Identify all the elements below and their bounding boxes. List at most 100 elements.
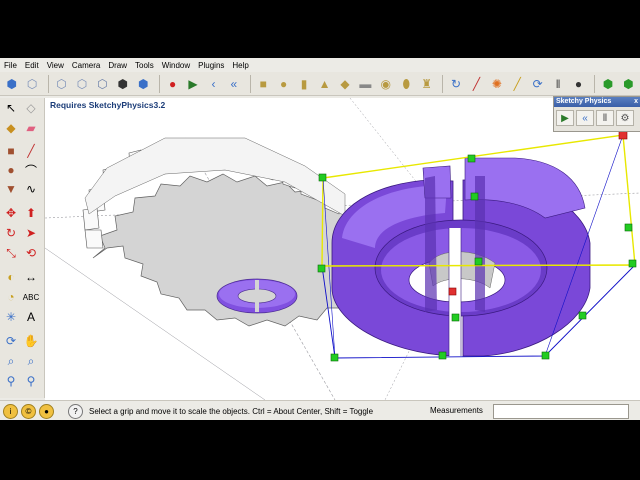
rewind-icon[interactable]: « [225,75,242,93]
shaded-icon[interactable]: ⬢ [114,75,131,93]
scale-grip-active[interactable] [618,130,628,140]
geo-location-icon[interactable]: i [3,403,18,419]
component-icon[interactable]: ⬢ [599,75,616,93]
record-icon[interactable]: ● [164,75,181,93]
motor-icon[interactable]: ⟳ [529,75,546,93]
offset-icon[interactable]: ⟲ [22,244,40,262]
xray-icon[interactable]: ⬡ [53,75,70,93]
box-icon[interactable]: ■ [255,75,272,93]
small-purple-ring[interactable] [216,278,298,314]
scale-icon[interactable]: ⤡ [2,244,20,262]
menu-camera[interactable]: Camera [68,61,104,70]
walk-icon[interactable]: ⚲ [2,372,20,390]
piston-icon[interactable]: ╱ [509,75,526,93]
ui-icon[interactable]: Ⅱ [596,110,614,126]
instructor-icon[interactable]: ? [68,403,83,419]
toolbar-divider [594,74,596,93]
iso-view-icon[interactable]: ⬢ [3,75,20,93]
cone-icon[interactable]: ▲ [316,75,333,93]
polygon-icon[interactable]: ▼ [2,180,20,198]
slider-joint-icon[interactable]: ╱ [468,75,485,93]
scale-grip[interactable] [470,192,479,201]
sphere-icon[interactable]: ● [275,75,292,93]
zoom-window-icon[interactable]: ⌕ [22,352,40,370]
panel-close-icon[interactable]: x [634,97,638,107]
menu-window[interactable]: Window [158,61,194,70]
paint-bucket-icon[interactable]: ◆ [2,119,20,137]
follow-me-icon[interactable]: ➤ [22,224,40,242]
group-icon[interactable]: ⬢ [620,75,637,93]
circle-icon[interactable]: ● [2,161,20,179]
eraser-icon[interactable]: ◇ [22,99,40,117]
scale-grip[interactable] [474,257,483,266]
menu-tools[interactable]: Tools [131,61,158,70]
rectangle-icon[interactable]: ■ [2,142,20,160]
select-icon[interactable]: ↖ [2,99,20,117]
measurements-input[interactable] [493,404,629,419]
left-toolbar: ↖ ◇ ◆ ▰ ■ ╱ ● ⌒ ▼ ∿ ✥ ⬆ ↻ ➤ ⤡ ⟲ ◐ ↔ ◔ AB… [0,98,45,398]
sketchyphysics-notice: Requires SketchyPhysics3.2 [50,100,166,110]
menu-plugins[interactable]: Plugins [194,61,228,70]
large-purple-ring[interactable] [331,157,591,358]
freehand-icon[interactable]: ∿ [22,180,40,198]
orbit-icon[interactable]: ⟳ [2,332,20,350]
bottle-icon[interactable]: ♜ [418,75,435,93]
rotate-icon[interactable]: ↻ [2,224,20,242]
scale-grip[interactable] [467,154,476,163]
top-view-icon[interactable]: ⬡ [23,75,40,93]
wheel-icon[interactable]: ◉ [377,75,394,93]
play-icon[interactable]: ▶ [184,75,201,93]
menu-file[interactable]: File [0,61,21,70]
text-icon[interactable]: ABC [22,288,40,306]
back-icon[interactable]: ‹ [205,75,222,93]
pencil-icon[interactable]: ╱ [22,142,40,160]
look-around-icon[interactable]: ⚲ [22,372,40,390]
torus-icon[interactable]: ◆ [336,75,353,93]
sketchy-physics-controls: ▶ « Ⅱ ⚙ [554,107,640,129]
move-icon[interactable]: ✥ [2,204,20,222]
magnet-icon[interactable]: ǁ [549,75,566,93]
eraser-pink-icon[interactable]: ▰ [22,119,40,137]
scale-grip[interactable] [451,313,460,322]
settings-icon[interactable]: ⚙ [616,110,634,126]
arc-icon[interactable]: ⌒ [22,161,40,179]
credits-icon[interactable]: © [21,403,36,419]
capsule-icon[interactable]: ⬮ [398,75,415,93]
servo-icon[interactable]: ✺ [488,75,505,93]
scale-grip[interactable] [541,351,550,360]
shaded-textures-icon[interactable]: ⬢ [135,75,152,93]
push-pull-icon[interactable]: ⬆ [22,204,40,222]
scale-grip[interactable] [624,223,633,232]
sketchy-physics-panel-title: Sketchy Physics x [554,97,640,107]
scale-grip[interactable] [578,311,587,320]
model-viewport[interactable]: Requires SketchyPhysics3.2 [45,98,640,400]
3d-text-icon[interactable]: A [22,308,40,326]
user-icon[interactable]: ● [39,403,54,419]
wireframe-icon[interactable]: ⬡ [73,75,90,93]
sketchup-window: File Edit View Camera Draw Tools Window … [0,58,640,420]
tape-measure-icon[interactable]: ◐ [2,268,20,286]
pan-icon[interactable]: ✋ [22,332,40,350]
status-bar: i © ● ? Select a grip and move it to sca… [0,400,640,420]
zoom-icon[interactable]: ⌕ [2,352,20,370]
dimension-icon[interactable]: ↔ [22,268,40,286]
protractor-icon[interactable]: ◔ [2,288,20,306]
scale-grip[interactable] [628,259,637,268]
play-simulation-icon[interactable]: ▶ [556,110,574,126]
menu-draw[interactable]: Draw [104,61,131,70]
cylinder-icon[interactable]: ▮ [295,75,312,93]
scale-grip[interactable] [317,264,326,273]
scale-grip[interactable] [438,351,447,360]
rewind-simulation-icon[interactable]: « [576,110,594,126]
plane-icon[interactable]: ▬ [357,75,374,93]
scale-grip[interactable] [318,173,327,182]
menu-help[interactable]: Help [228,61,252,70]
axes-icon[interactable]: ✳ [2,308,20,326]
scale-grip[interactable] [330,353,339,362]
menu-view[interactable]: View [43,61,68,70]
scale-grip-center[interactable] [448,287,457,296]
menu-edit[interactable]: Edit [21,61,43,70]
hidden-line-icon[interactable]: ⬡ [94,75,111,93]
hinge-icon[interactable]: ↻ [447,75,464,93]
ball-icon[interactable]: ● [570,75,587,93]
